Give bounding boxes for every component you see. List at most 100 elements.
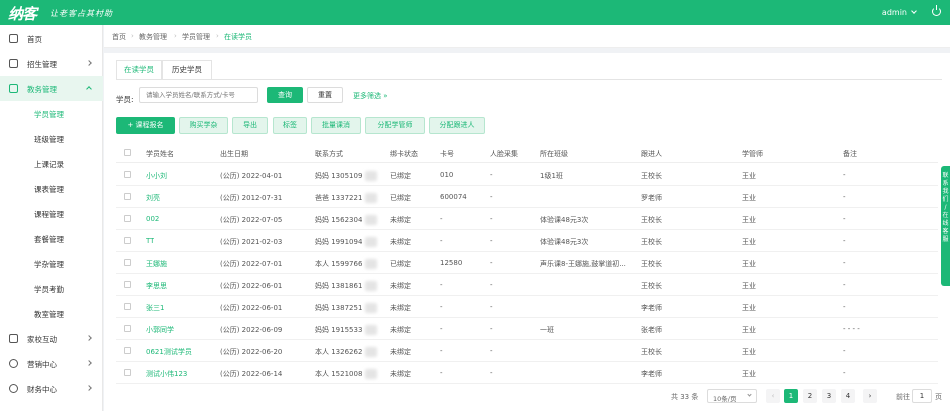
assign-advisor-button[interactable]: 分配学管师 <box>365 117 425 134</box>
student-name-link[interactable]: 李思思 <box>146 281 167 291</box>
sidebar-subitem-lessons[interactable]: 上课记录 <box>0 151 103 176</box>
row-checkbox[interactable] <box>124 369 131 376</box>
student-name-link[interactable]: 小小刘 <box>146 171 167 181</box>
chat-icon <box>9 334 18 343</box>
buy-misc-button[interactable]: 购买学杂 <box>179 117 228 134</box>
batch-consume-button[interactable]: 批量课消 <box>311 117 361 134</box>
page-button[interactable]: 4 <box>841 389 855 403</box>
table-row: 王娜施 (公历) 2022-07-01 本人 1599766 已绑定 12580 - 声乐课… <box>116 252 938 274</box>
student-name-link[interactable]: TT <box>146 237 154 245</box>
breadcrumb-item[interactable]: 教务管理 <box>139 32 167 42</box>
more-filters-link[interactable]: 更多筛选 » <box>353 91 388 101</box>
floating-contact-tab[interactable]: 联系我们 / 在线客服 <box>941 166 950 286</box>
breadcrumb-item[interactable]: 学员管理 <box>182 32 210 42</box>
table-cell: 张老师 <box>641 326 662 334</box>
breadcrumb-current: 在读学员 <box>224 33 252 41</box>
tag-button[interactable]: 标签 <box>273 117 307 134</box>
table-cell: - <box>490 369 493 377</box>
row-checkbox[interactable] <box>124 259 131 266</box>
table-cell: 一班 <box>540 326 554 334</box>
table-cell: 未绑定 <box>390 370 411 378</box>
row-checkbox[interactable] <box>124 237 131 244</box>
prev-page-button[interactable]: ‹ <box>766 389 780 403</box>
row-checkbox[interactable] <box>124 215 131 222</box>
page-button[interactable]: 3 <box>822 389 836 403</box>
search-button[interactable]: 查询 <box>267 87 303 103</box>
sidebar-subitem-label: 学员管理 <box>34 110 64 119</box>
row-checkbox[interactable] <box>124 303 131 310</box>
sidebar-subitem-classrooms[interactable]: 教室管理 <box>0 301 103 326</box>
table-cell: 600074 <box>440 193 467 201</box>
tab-history-students[interactable]: 历史学员 <box>162 60 212 80</box>
sidebar-item-recruit[interactable]: 招生管理 <box>0 51 103 76</box>
breadcrumb-item[interactable]: 首页 <box>112 32 126 42</box>
sidebar-item-academic[interactable]: 教务管理 <box>0 76 103 101</box>
select-all-checkbox[interactable] <box>124 149 131 156</box>
student-name-link[interactable]: 小郭同学 <box>146 325 174 335</box>
sidebar-subitem-students[interactable]: 学员管理 <box>0 101 103 126</box>
student-name-link[interactable]: 刘亮 <box>146 193 160 203</box>
table-cell: 王业 <box>742 282 756 290</box>
table-cell: 体验课48元3次 <box>540 238 589 246</box>
table-cell: - <box>843 369 846 377</box>
main-panel: 在读学员 历史学员 学员: 查询 重置 更多筛选 » + 课程报名 购买学杂 导… <box>104 53 950 411</box>
sidebar-subitem-courses[interactable]: 课程管理 <box>0 201 103 226</box>
table-cell: 已绑定 <box>390 194 411 202</box>
page-button[interactable]: 2 <box>803 389 817 403</box>
sidebar-subitem-schedule[interactable]: 课表管理 <box>0 176 103 201</box>
goto-page-input[interactable]: 1 <box>912 389 932 403</box>
table-cell: - <box>490 215 493 223</box>
sidebar-subitem-packages[interactable]: 套餐管理 <box>0 226 103 251</box>
table-cell: (公历) 2022-06-20 <box>220 348 283 356</box>
student-name-link[interactable]: 测试小伟123 <box>146 369 187 379</box>
table-cell: 王校长 <box>641 216 662 224</box>
home-icon <box>9 34 18 43</box>
sidebar-item-home[interactable]: 首页 <box>0 26 103 51</box>
breadcrumb: 首页 › 教务管理 › 学员管理 › 在读学员 <box>104 25 950 48</box>
row-checkbox[interactable] <box>124 193 131 200</box>
tab-divider <box>116 79 942 80</box>
next-page-button[interactable]: › <box>863 389 877 403</box>
row-checkbox[interactable] <box>124 281 131 288</box>
tab-current-students[interactable]: 在读学员 <box>116 60 162 80</box>
table-cell: - <box>843 303 846 311</box>
student-name-link[interactable]: 002 <box>146 215 159 223</box>
row-checkbox[interactable] <box>124 347 131 354</box>
table-cell: 本人 1599766 <box>315 260 363 268</box>
table-cell: - <box>843 347 846 355</box>
student-name-link[interactable]: 0621测试学员 <box>146 347 192 357</box>
column-header: 跟进人 <box>641 150 662 158</box>
breadcrumb-separator: › <box>216 32 219 40</box>
student-name-link[interactable]: 王娜施 <box>146 259 167 269</box>
column-header: 出生日期 <box>220 150 248 158</box>
row-checkbox[interactable] <box>124 171 131 178</box>
table-cell: - <box>843 259 846 267</box>
student-name-link[interactable]: 张三1 <box>146 303 164 313</box>
sidebar-item-finance[interactable]: 财务中心 <box>0 376 103 401</box>
reset-button[interactable]: 重置 <box>307 87 343 103</box>
page-button[interactable]: 1 <box>784 389 798 403</box>
table-cell: (公历) 2022-06-14 <box>220 370 283 378</box>
course-enroll-button[interactable]: + 课程报名 <box>116 117 175 134</box>
row-checkbox[interactable] <box>124 325 131 332</box>
masked-phone <box>365 237 377 247</box>
page-size-value: 10条/页 <box>713 395 737 403</box>
search-input[interactable] <box>139 87 258 103</box>
sidebar-subitem-attendance[interactable]: 学员考勤 <box>0 276 103 301</box>
assign-follower-button[interactable]: 分配跟进人 <box>429 117 485 134</box>
export-button[interactable]: 导出 <box>232 117 268 134</box>
sidebar-subitem-fees[interactable]: 学杂管理 <box>0 251 103 276</box>
power-icon[interactable] <box>932 5 941 16</box>
table-cell: - <box>490 171 493 179</box>
sidebar-item-marketing[interactable]: 营销中心 <box>0 351 103 376</box>
table-cell: 王校长 <box>641 238 662 246</box>
table-cell: - <box>490 193 493 201</box>
total-count: 共 33 条 <box>671 393 699 401</box>
table-cell: 李老师 <box>641 304 662 312</box>
page-size-select[interactable]: 10条/页 <box>707 389 757 403</box>
table-cell: 已绑定 <box>390 260 411 268</box>
user-menu[interactable]: admin <box>882 8 917 17</box>
sidebar-subitem-classes[interactable]: 班级管理 <box>0 126 103 151</box>
goto-label: 前往 <box>896 393 910 401</box>
sidebar-item-homeschool[interactable]: 家校互动 <box>0 326 103 351</box>
